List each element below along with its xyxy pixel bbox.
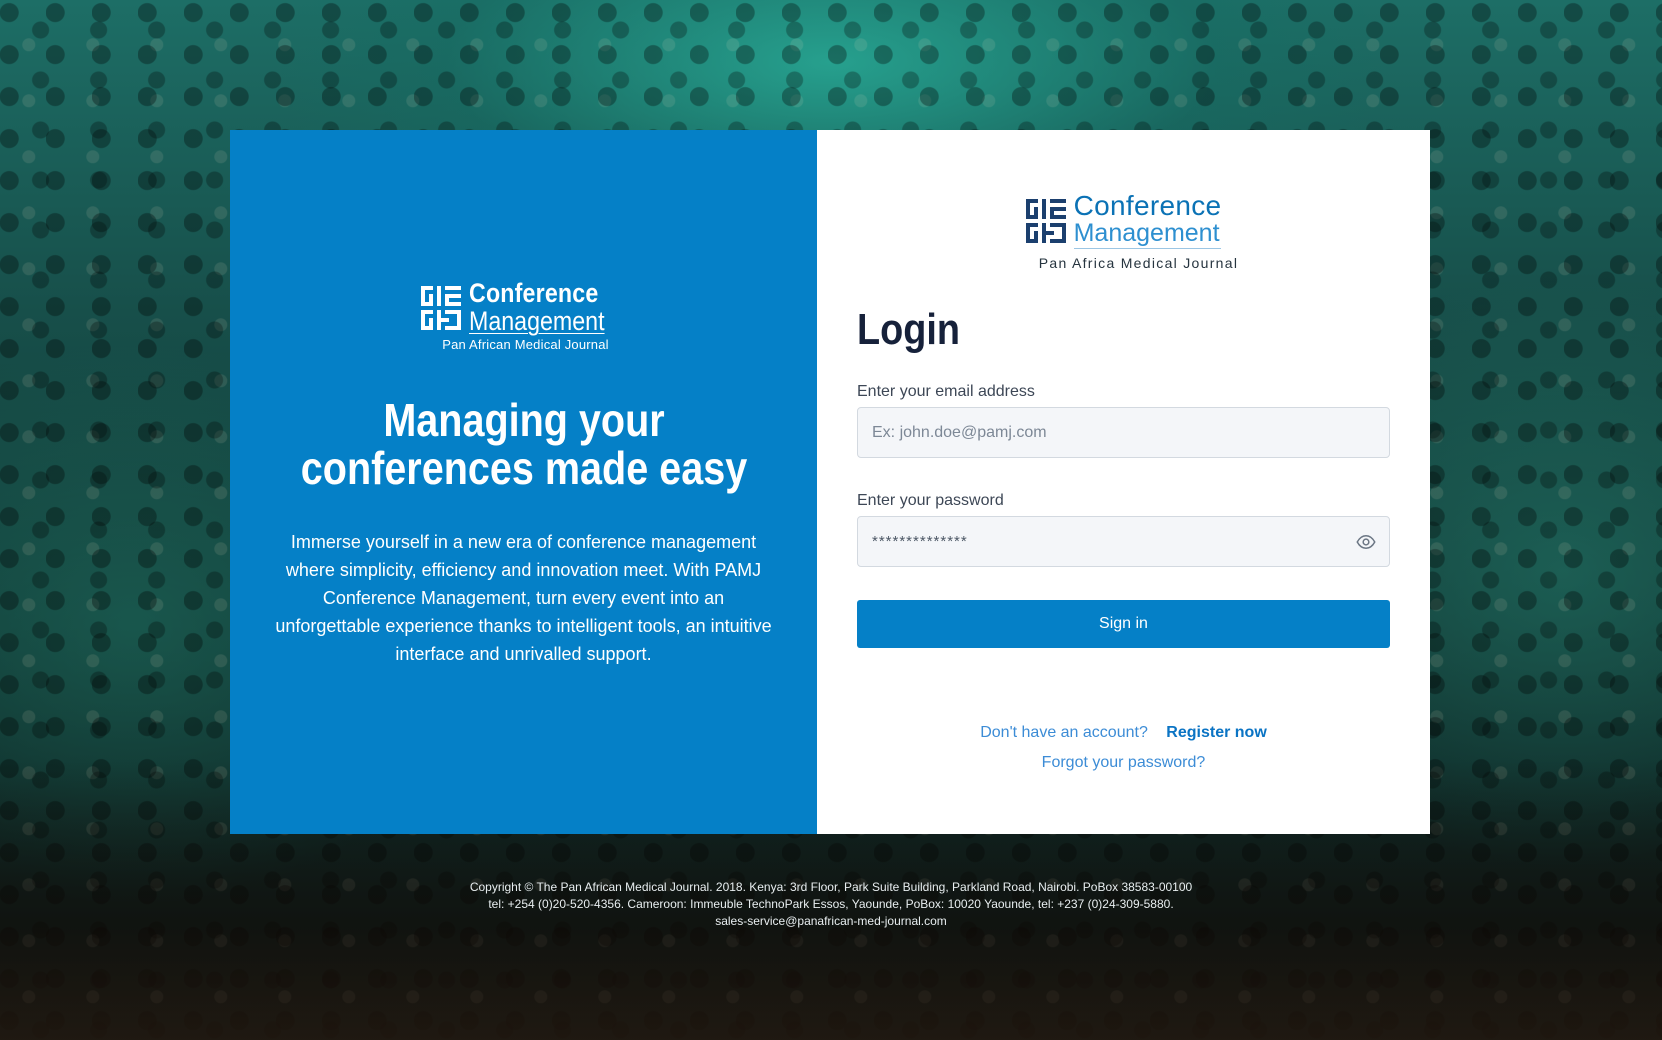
eye-icon[interactable] [1355,532,1377,557]
promo-description: Immerse yourself in a new era of confere… [275,532,772,664]
conference-management-logo: Conference Management [420,278,627,336]
footer-contact: tel: +254 (0)20-520-4356. Cameroon: Imme… [488,897,1174,911]
logo-subtitle: Pan African Medical Journal [442,337,609,352]
email-label: Enter your email address [857,383,1035,400]
login-form-panel: Conference Management Pan Africa Medical… [817,130,1430,834]
pamj-logo-mark-icon [420,285,461,330]
password-field[interactable]: ************** [857,516,1390,567]
email-field[interactable] [872,423,1375,442]
headline-line1: Managing your [382,394,665,446]
logo-title-line1: Conference [1073,190,1222,221]
sign-in-button[interactable]: Sign in [857,600,1390,648]
logo-title-line2: Management [468,306,605,336]
conference-management-logo: Conference Management [1025,190,1222,249]
footer-email: sales-service@panafrican-med-journal.com [715,914,947,928]
email-field-container [857,407,1390,458]
logo-title-line1: Conference [468,278,599,308]
promo-headline: Managing your conferences made easy [283,396,765,492]
footer-copyright: Copyright © The Pan African Medical Jour… [469,880,1193,894]
register-now-link[interactable]: Register now [1166,724,1266,741]
promo-panel: Conference Management Pan African Medica… [230,130,817,834]
login-card: Conference Management Pan African Medica… [230,130,1430,834]
footer: Copyright © The Pan African Medical Jour… [0,879,1662,930]
pamj-logo-mark-icon [1025,198,1066,244]
register-question: Don't have an account? [980,724,1148,741]
account-links: Don't have an account? Register now Forg… [857,724,1390,772]
forgot-password-link[interactable]: Forgot your password? [857,754,1390,772]
password-label: Enter your password [857,492,1004,509]
password-masked-value: ************** [872,533,968,550]
conference-management-logo-header: Conference Management Pan Africa Medical… [857,192,1390,271]
logo-title-line2: Management [1073,219,1222,249]
page-title: Login [857,305,960,354]
logo-subtitle: Pan Africa Medical Journal [1038,255,1239,271]
headline-line2: conferences made easy [300,442,747,494]
register-row: Don't have an account? Register now [857,724,1390,742]
